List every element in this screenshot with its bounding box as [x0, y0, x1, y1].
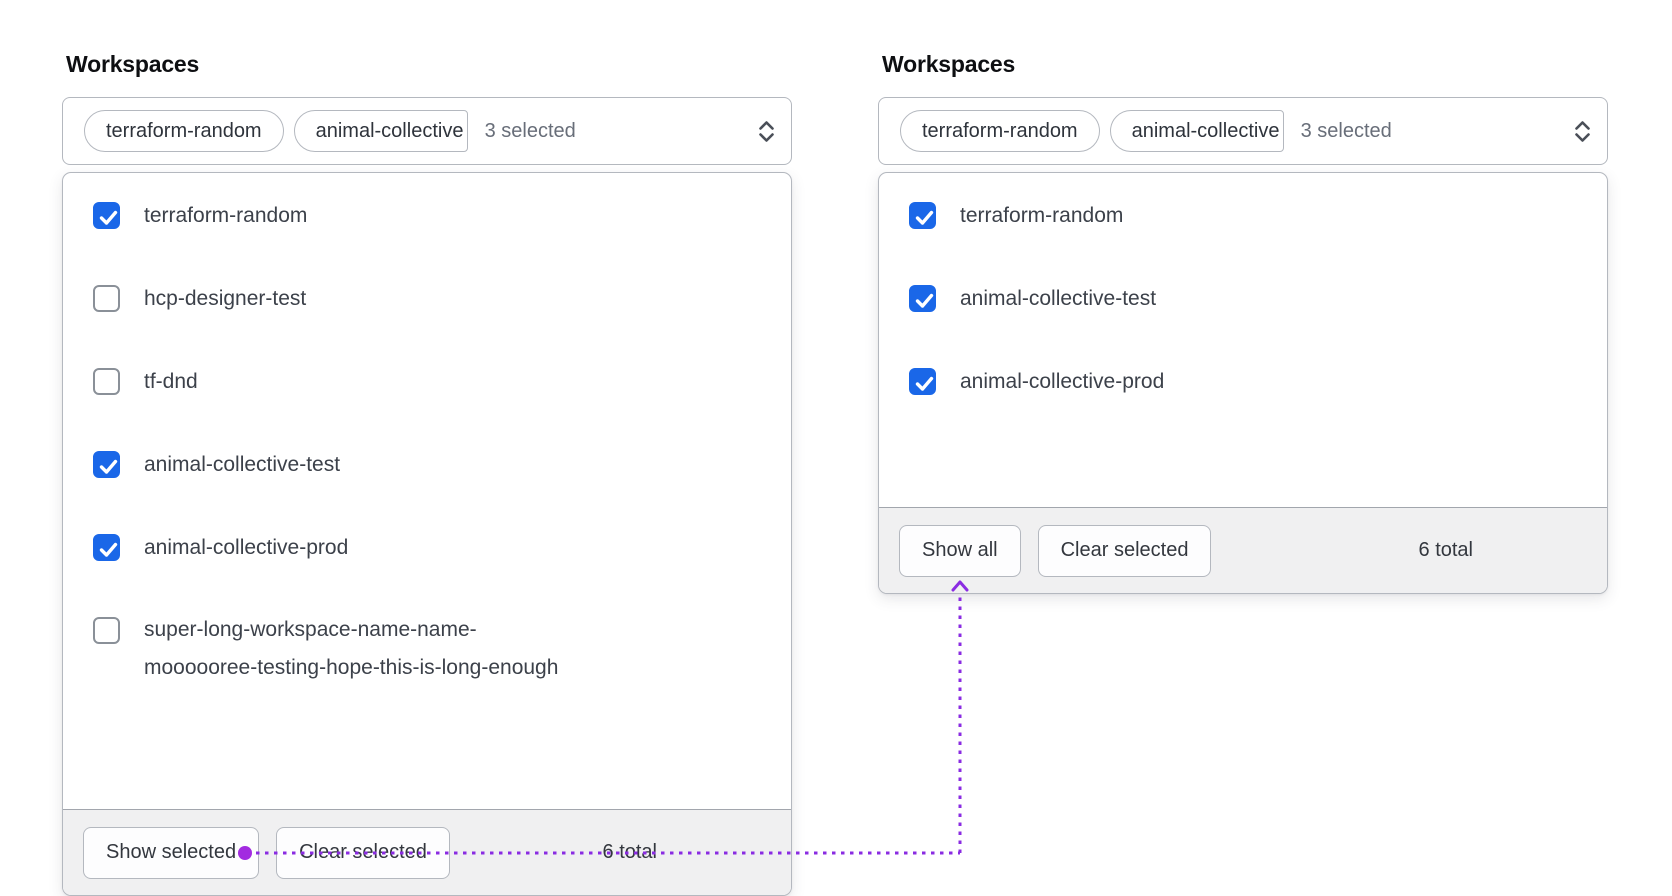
checkbox[interactable]	[93, 534, 120, 561]
workspace-option-label: terraform-random	[144, 204, 308, 227]
listbox-footer: Show all Clear selected 6 total	[879, 507, 1607, 593]
workspace-option-label: super-long-workspace-name-name- mooooore…	[144, 618, 559, 679]
workspaces-multiselect-right: Workspaces terraform-random animal-colle…	[878, 50, 1608, 594]
workspace-option-label: animal-collective-prod	[960, 370, 1165, 393]
show-all-button[interactable]: Show all	[899, 524, 1021, 577]
workspace-option-label: animal-collective-test	[960, 287, 1157, 310]
selected-count-label: 3 selected	[1300, 119, 1392, 142]
workspace-option-row[interactable]: animal-collective-test	[909, 285, 1579, 312]
checkbox[interactable]	[93, 202, 120, 229]
chevron-up-down-icon	[1572, 118, 1593, 145]
multiselect-trigger[interactable]: terraform-random animal-collective 3 sel…	[62, 97, 792, 165]
checkbox[interactable]	[93, 285, 120, 312]
page-title: Workspaces	[882, 51, 1016, 77]
checkbox[interactable]	[909, 368, 936, 395]
workspace-option-label: animal-collective-test	[144, 453, 341, 476]
workspace-option-row[interactable]: terraform-random	[909, 202, 1579, 229]
selected-tag: terraform-random	[900, 110, 1100, 152]
workspace-option-label: hcp-designer-test	[144, 287, 307, 310]
listbox-footer: Show selected Clear selected 6 total	[63, 809, 791, 895]
workspace-option-label: tf-dnd	[144, 370, 198, 393]
checkbox[interactable]	[93, 368, 120, 395]
selected-tag-clipped: animal-collective	[1109, 110, 1284, 152]
show-selected-button[interactable]: Show selected	[83, 826, 260, 879]
workspace-option-row[interactable]: super-long-workspace-name-name- mooooore…	[93, 617, 763, 687]
selected-count-label: 3 selected	[484, 119, 576, 142]
workspace-option-row[interactable]: terraform-random	[93, 202, 763, 229]
checkbox[interactable]	[93, 617, 120, 644]
workspace-option-row[interactable]: animal-collective-prod	[909, 368, 1579, 395]
workspace-listbox: terraform-random animal-collective-test …	[878, 172, 1608, 594]
total-count-label: 6 total	[1418, 539, 1473, 561]
workspace-option-row[interactable]: animal-collective-prod	[93, 534, 763, 561]
clear-selected-button[interactable]: Clear selected	[276, 826, 450, 879]
checkbox[interactable]	[909, 285, 936, 312]
workspace-option-row[interactable]: hcp-designer-test	[93, 285, 763, 312]
workspace-option-label: terraform-random	[960, 204, 1124, 227]
selected-tag: terraform-random	[84, 110, 284, 152]
workspace-listbox: terraform-random hcp-designer-test tf-dn…	[62, 172, 792, 896]
workspaces-multiselect-left: Workspaces terraform-random animal-colle…	[62, 50, 792, 896]
page-title: Workspaces	[66, 51, 200, 77]
workspace-option-label: animal-collective-prod	[144, 536, 349, 559]
clear-selected-button[interactable]: Clear selected	[1037, 524, 1212, 577]
total-count-label: 6 total	[602, 841, 657, 863]
chevron-up-down-icon	[756, 118, 777, 145]
workspace-option-row[interactable]: tf-dnd	[93, 368, 763, 395]
checkbox[interactable]	[93, 451, 120, 478]
checkbox[interactable]	[909, 202, 936, 229]
multiselect-trigger[interactable]: terraform-random animal-collective 3 sel…	[878, 97, 1608, 165]
selected-tag-clipped: animal-collective	[293, 110, 468, 152]
workspace-option-row[interactable]: animal-collective-test	[93, 451, 763, 478]
